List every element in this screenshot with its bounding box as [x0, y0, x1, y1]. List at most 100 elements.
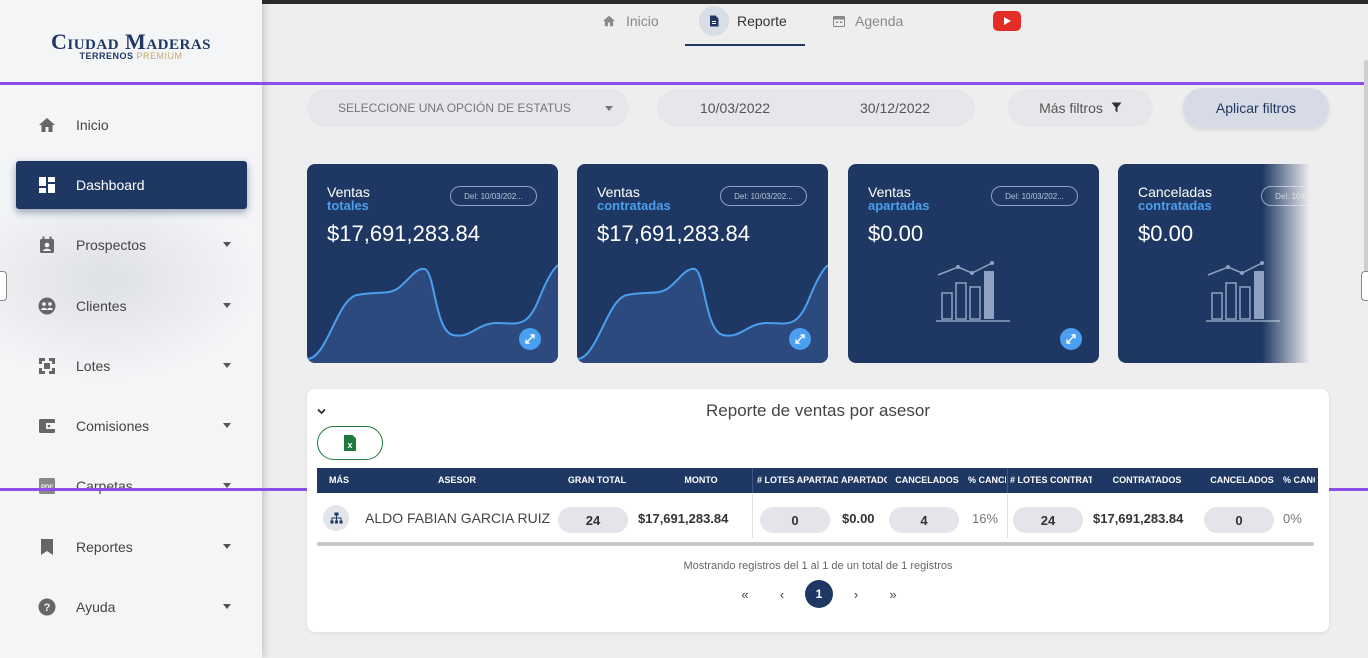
document-icon [699, 6, 729, 36]
guide-line-top [0, 82, 1368, 85]
chevron-down-icon [223, 363, 231, 368]
sidebar-item-ayuda[interactable]: ? Ayuda [16, 583, 247, 631]
report-title: Reporte de ventas por asesor [706, 401, 930, 420]
gran-total-chip: 24 [558, 507, 628, 533]
export-excel-button[interactable]: x [317, 426, 383, 460]
date-to-input[interactable]: 30/12/2022 [860, 100, 930, 116]
date-from-input[interactable]: 10/03/2022 [700, 100, 770, 116]
prev-page-button[interactable]: ‹ [768, 580, 796, 608]
home-icon [602, 15, 616, 27]
card-subtitle: contratadas [597, 198, 671, 213]
report-panel: Reporte de ventas por asesor x MÁS ASESO… [307, 389, 1329, 632]
apply-filters-label: Aplicar filtros [1215, 100, 1297, 116]
sidebar-item-prospectos[interactable]: Prospectos [16, 221, 247, 269]
svg-text:?: ? [44, 602, 51, 614]
first-page-button[interactable]: « [731, 580, 759, 608]
more-filters-button[interactable]: Más filtros [1008, 89, 1153, 127]
chevron-down-icon [223, 544, 231, 549]
brand-tagline: TERRENOS PREMIUM [79, 51, 183, 61]
hierarchy-icon[interactable] [323, 505, 349, 531]
page-1-button[interactable]: 1 [805, 580, 833, 608]
bar-chart-icon [1206, 261, 1280, 322]
column-group-divider [752, 494, 753, 538]
sidebar-item-lotes[interactable]: Lotes [16, 342, 247, 390]
card-ventas-apartadas[interactable]: Ventas apartadas Del: 10/03/202... $0.00 [848, 164, 1099, 363]
contact-calendar-icon [34, 236, 60, 254]
column-group-divider [752, 468, 753, 493]
sidebar-item-label: Ayuda [76, 599, 116, 615]
svg-text:x: x [347, 440, 352, 450]
sidebar-item-inicio[interactable]: Inicio [16, 101, 247, 149]
sidebar-item-label: Lotes [76, 358, 111, 374]
lotes-apartados-chip: 0 [760, 507, 830, 533]
chevron-down-icon [223, 242, 231, 247]
wallet-icon [34, 418, 60, 434]
pct-cancelados-contratados-cell: 0% [1283, 511, 1302, 526]
card-ventas-totales[interactable]: Ventas totales Del: 10/03/202... $17,691… [307, 164, 558, 363]
brand-logo[interactable]: Ciudad Maderas TERRENOS PREMIUM [0, 4, 262, 82]
table-horizontal-scrollbar[interactable] [317, 542, 1314, 546]
asesor-name: ALDO FABIAN GARCIA RUIZ [365, 510, 551, 526]
tab-reporte[interactable]: Reporte [699, 0, 787, 42]
excel-icon: x [344, 435, 356, 451]
sidebar-item-carpetas[interactable]: PDF Carpetas [16, 462, 247, 510]
column-header[interactable]: CANCELADOS [892, 468, 962, 493]
sidebar-item-dashboard[interactable]: Dashboard [16, 161, 247, 209]
chevron-down-icon [223, 604, 231, 609]
column-header[interactable]: ASESOR [397, 468, 517, 493]
home-icon [34, 117, 60, 133]
tab-agenda[interactable]: Agenda [833, 0, 903, 42]
summary-cards: Ventas totales Del: 10/03/202... $17,691… [307, 164, 1310, 364]
sidebar-item-label: Prospectos [76, 237, 147, 253]
status-select[interactable]: SELECCIONE UNA OPCIÓN DE ESTATUS [307, 89, 629, 127]
sidebar-item-label: Reportes [76, 539, 133, 555]
column-group-divider [1007, 494, 1008, 538]
column-header[interactable]: % CANCELADOS [968, 468, 1006, 493]
expand-icon[interactable] [519, 328, 541, 350]
table-header: MÁS ASESOR GRAN TOTAL MONTO # LOTES APAR… [317, 468, 1318, 493]
column-header[interactable]: MONTO [653, 468, 749, 493]
column-header[interactable]: GRAN TOTAL [559, 468, 635, 493]
card-date-badge: Del: 10/03/202... [450, 186, 537, 206]
tab-label: Reporte [737, 13, 787, 29]
sidebar-item-comisiones[interactable]: Comisiones [16, 402, 247, 450]
card-date-badge: Del: 10/03/202... [991, 186, 1078, 206]
sidebar-item-clientes[interactable]: Clientes [16, 282, 247, 330]
sidebar-item-label: Clientes [76, 298, 127, 314]
cancelados-contratados-chip: 0 [1204, 507, 1274, 533]
card-amount: $0.00 [1138, 221, 1194, 246]
pagination: « ‹ 1 › » [731, 580, 916, 608]
sparkline-chart [577, 264, 828, 363]
tab-inicio[interactable]: Inicio [602, 0, 659, 42]
chevron-down-icon [605, 106, 613, 111]
column-header[interactable]: # LOTES CONTRATADOS [1010, 468, 1092, 493]
sidebar-toggle-handle[interactable] [0, 271, 7, 301]
cancelados-apartados-chip: 4 [889, 507, 959, 533]
pdf-icon: PDF [34, 477, 60, 495]
sidebar-item-label: Inicio [76, 117, 109, 133]
sidebar-item-label: Carpetas [76, 478, 133, 494]
expand-icon[interactable] [789, 328, 811, 350]
expand-icon[interactable] [1060, 328, 1082, 350]
card-ventas-contratadas[interactable]: Ventas contratadas Del: 10/03/202... $17… [577, 164, 828, 363]
calendar-icon [833, 15, 845, 27]
right-panel-handle[interactable] [1361, 271, 1368, 301]
column-header[interactable]: % CANCELADOS [1283, 468, 1315, 493]
card-canceladas-contratadas[interactable]: Canceladas contratadas Del: 10/03/202...… [1118, 164, 1310, 363]
page-scrollbar[interactable] [1364, 60, 1368, 280]
sidebar-item-reportes[interactable]: Reportes [16, 523, 247, 571]
more-filters-label: Más filtros [1039, 100, 1103, 116]
column-header[interactable]: CANCELADOS [1207, 468, 1277, 493]
grid-icon [34, 357, 60, 375]
apply-filters-button[interactable]: Aplicar filtros [1183, 88, 1329, 128]
table-info: Mostrando registros del 1 al 1 de un tot… [683, 560, 953, 572]
last-page-button[interactable]: » [879, 580, 907, 608]
date-range-picker: 10/03/2022 30/12/2022 [657, 89, 975, 127]
column-header[interactable]: # LOTES APARTADOS [757, 468, 838, 493]
youtube-icon[interactable] [993, 11, 1021, 31]
next-page-button[interactable]: › [842, 580, 870, 608]
column-header[interactable]: CONTRATADOS [1102, 468, 1192, 493]
column-header[interactable]: APARTADO [841, 468, 887, 493]
tab-label: Agenda [855, 13, 904, 29]
column-header[interactable]: MÁS [319, 468, 359, 493]
